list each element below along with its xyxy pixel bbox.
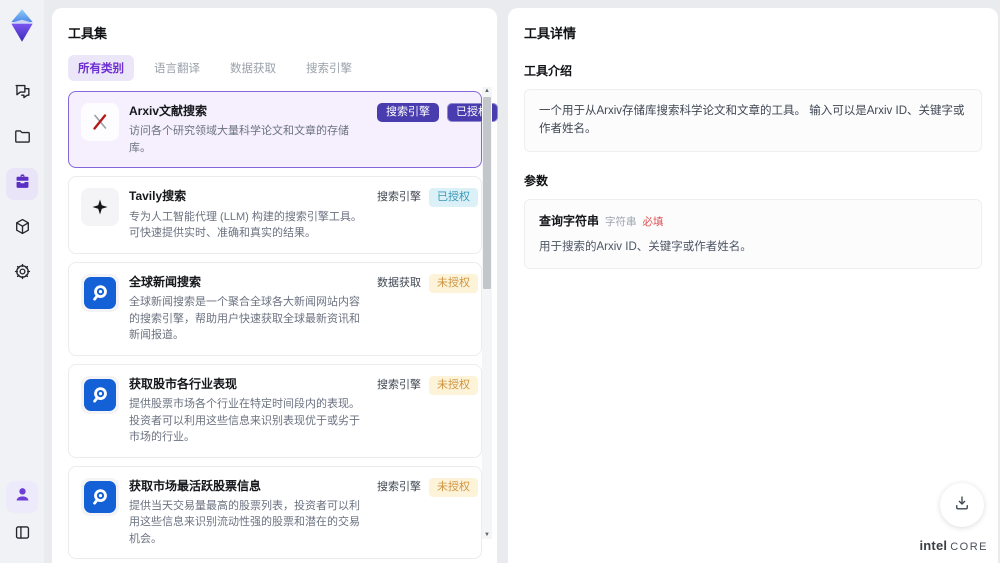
tab-category-3[interactable]: 搜索引擎: [296, 55, 362, 81]
sidebar-item-cube[interactable]: [6, 213, 38, 245]
sparkle-icon: [81, 188, 119, 227]
panel-icon: [13, 523, 32, 547]
category-tabs: 所有类别 语言翻译 数据获取 搜索引擎: [68, 55, 497, 81]
tool-name: 获取股市各行业表现: [129, 376, 238, 391]
tool-card[interactable]: 获取股市各行业表现 提供股票市场各个行业在特定时间段内的表现。投资者可以利用这些…: [68, 363, 482, 458]
tool-category-badge: 数据获取: [377, 276, 421, 289]
tool-auth-badge: 已授权: [429, 188, 478, 208]
tool-badges: 搜索引擎 未授权: [377, 477, 478, 548]
tool-card[interactable]: Tavily搜索 专为人工智能代理 (LLM) 构建的搜索引擎工具。可快速提供实…: [68, 176, 482, 254]
sidebar-item-user[interactable]: [6, 481, 38, 513]
sidebar-nav: [6, 78, 38, 290]
tab-category-0[interactable]: 所有类别: [68, 55, 134, 81]
param-desc: 用于搜索的Arxiv ID、关键字或作者姓名。: [539, 240, 752, 253]
news-search-icon: [81, 477, 119, 516]
param-name: 查询字符串: [539, 213, 600, 228]
intro-heading: 工具介绍: [524, 64, 573, 78]
tool-auth-badge: 未授权: [429, 375, 478, 395]
tool-category-badge: 搜索引擎: [377, 191, 421, 204]
sidebar-item-folder[interactable]: [6, 123, 38, 155]
tool-card[interactable]: Arxiv文献搜索 访问各个研究领域大量科学论文和文章的存储库。 搜索引擎 已授…: [68, 91, 498, 169]
tool-description: 专为人工智能代理 (LLM) 构建的搜索引擎工具。可快速提供实时、准确和真实的结…: [129, 210, 362, 240]
tool-name: 获取市场最活跃股票信息: [129, 478, 262, 493]
scroll-thumb[interactable]: [483, 97, 491, 289]
toolbox-icon: [13, 172, 32, 196]
tool-description: 访问各个研究领域大量科学论文和文章的存储库。: [129, 125, 349, 154]
intro-text: 一个用于从Arxiv存储库搜索科学论文和文章的工具。 输入可以是Arxiv ID…: [524, 89, 982, 152]
tool-name: 全球新闻搜索: [129, 274, 202, 289]
tool-auth-badge: 未授权: [429, 477, 478, 497]
tool-badges: 搜索引擎 未授权: [377, 375, 478, 446]
app-sidebar: [0, 0, 44, 563]
tool-badges: 搜索引擎 已授权: [377, 103, 498, 156]
tool-name: Tavily搜索: [129, 189, 187, 204]
tool-category-badge: 搜索引擎: [377, 480, 421, 493]
tool-description: 全球新闻搜索是一个聚合全球各大新闻网站内容的搜索引擎，帮助用户快速获取全球最新资…: [129, 296, 360, 342]
tool-list: Arxiv文献搜索 访问各个研究领域大量科学论文和文章的存储库。 搜索引擎 已授…: [68, 91, 498, 563]
sidebar-item-chat[interactable]: [6, 78, 38, 110]
tool-category-badge: 搜索引擎: [377, 378, 421, 391]
chat-icon: [13, 82, 32, 106]
sidebar-item-toolbox[interactable]: [6, 168, 38, 200]
tool-card[interactable]: 获取市场最活跃股票信息 提供当天交易量最高的股票列表，投资者可以利用这些信息来识…: [68, 465, 482, 560]
intel-core-logo: intel core: [919, 538, 988, 553]
brand-word-core: core: [950, 541, 988, 553]
tool-list-area: Arxiv文献搜索 访问各个研究领域大量科学论文和文章的存储库。 搜索引擎 已授…: [68, 87, 498, 560]
params-heading: 参数: [524, 173, 549, 188]
toolset-title: 工具集: [68, 26, 108, 41]
scroll-up-icon[interactable]: ▲: [484, 87, 490, 95]
scroll-down-icon[interactable]: ▼: [484, 531, 490, 539]
brand-word-intel: intel: [919, 538, 948, 553]
app-logo-icon[interactable]: [7, 8, 37, 42]
folder-icon: [13, 127, 32, 151]
download-button[interactable]: [940, 483, 984, 527]
tool-description: 提供当天交易量最高的股票列表，投资者可以利用这些信息来识别流动性强的股票和潜在的…: [129, 499, 360, 545]
param-required-flag: 必填: [642, 215, 664, 228]
param-card: 查询字符串 字符串 必填 用于搜索的Arxiv ID、关键字或作者姓名。: [524, 198, 982, 270]
detail-title: 工具详情: [524, 26, 577, 41]
tab-category-2[interactable]: 数据获取: [220, 55, 286, 81]
tool-category-badge: 搜索引擎: [377, 103, 439, 122]
tool-badges: 搜索引擎 已授权: [377, 188, 478, 241]
toolset-panel: 工具集 所有类别 语言翻译 数据获取 搜索引擎 Arxiv文献搜索 访问各个研究领域大…: [52, 8, 498, 563]
tab-category-1[interactable]: 语言翻译: [144, 55, 210, 81]
list-scrollbar[interactable]: ▲ ▼: [482, 87, 492, 539]
tool-card[interactable]: 全球新闻搜索 全球新闻搜索是一个聚合全球各大新闻网站内容的搜索引擎，帮助用户快速…: [68, 261, 482, 356]
download-icon: [953, 494, 971, 517]
sidebar-item-gear[interactable]: [6, 258, 38, 290]
sidebar-bottom: [6, 481, 38, 551]
news-search-icon: [81, 375, 119, 414]
tool-name: Arxiv文献搜索: [129, 104, 208, 118]
arxiv-icon: [81, 103, 119, 141]
sidebar-item-panel[interactable]: [6, 519, 38, 551]
cube-icon: [13, 217, 32, 241]
tool-description: 提供股票市场各个行业在特定时间段内的表现。投资者可以利用这些信息来识别表现优于或…: [129, 398, 360, 444]
tool-detail-panel: 工具详情 工具介绍 一个用于从Arxiv存储库搜索科学论文和文章的工具。 输入可…: [508, 8, 998, 563]
tool-auth-badge: 未授权: [429, 273, 478, 293]
gear-icon: [13, 262, 32, 286]
news-search-icon: [81, 273, 119, 312]
user-icon: [13, 485, 32, 509]
tool-badges: 数据获取 未授权: [377, 273, 478, 344]
param-type: 字符串: [605, 215, 637, 228]
